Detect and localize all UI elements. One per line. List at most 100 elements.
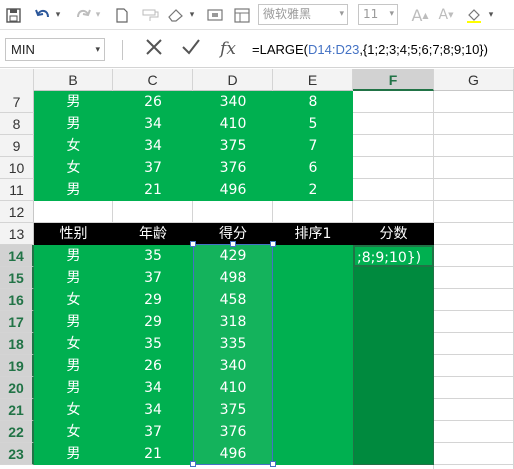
- cell-age[interactable]: 37: [113, 267, 193, 289]
- row-header-14[interactable]: 14: [0, 245, 34, 267]
- cell-gender[interactable]: 男: [34, 311, 113, 333]
- insert-function-icon[interactable]: fx: [214, 38, 242, 61]
- cell-empty[interactable]: [434, 399, 514, 421]
- cell-empty[interactable]: [353, 179, 434, 201]
- cell-empty[interactable]: [113, 201, 193, 223]
- cell-age[interactable]: 37: [113, 421, 193, 443]
- cell-gender[interactable]: 男: [34, 355, 113, 377]
- cell-gender[interactable]: 女: [34, 157, 113, 179]
- cell-empty[interactable]: [353, 91, 434, 113]
- cell-gender[interactable]: 女: [34, 135, 113, 157]
- cell-score[interactable]: 410: [193, 113, 273, 135]
- range-resize-handle[interactable]: [190, 461, 196, 467]
- increase-font-icon[interactable]: A ▲: [410, 5, 430, 25]
- cell-empty[interactable]: [434, 311, 514, 333]
- range-resize-handle[interactable]: [230, 241, 236, 247]
- row-header-16[interactable]: 16: [0, 289, 34, 311]
- cell-rank[interactable]: 5: [273, 113, 353, 135]
- cell-score[interactable]: 496: [193, 179, 273, 201]
- screenshot-icon[interactable]: [232, 5, 252, 25]
- formula-input[interactable]: =LARGE(D14:D23,{1;2;3;4;5;6;7;8;9;10}): [252, 38, 514, 61]
- eraser-dropdown-icon[interactable]: ▾: [187, 5, 197, 25]
- cell-rank[interactable]: [273, 267, 353, 289]
- cancel-icon[interactable]: [141, 38, 167, 61]
- cell-age[interactable]: 34: [113, 113, 193, 135]
- name-box[interactable]: MIN ▾: [5, 38, 105, 61]
- fill-dropdown-icon[interactable]: ▾: [486, 5, 496, 25]
- cell-gender[interactable]: 男: [34, 179, 113, 201]
- range-resize-handle[interactable]: [270, 241, 276, 247]
- cell-empty[interactable]: [273, 201, 353, 223]
- row-header-7[interactable]: 7: [0, 91, 34, 113]
- cell-rank[interactable]: 8: [273, 91, 353, 113]
- cell-rank[interactable]: [273, 355, 353, 377]
- cell-empty[interactable]: [434, 157, 514, 179]
- print-preview-icon[interactable]: [205, 5, 225, 25]
- row-header-8[interactable]: 8: [0, 113, 34, 135]
- row-header-12[interactable]: 12: [0, 201, 34, 223]
- cell-age[interactable]: 34: [113, 377, 193, 399]
- worksheet-grid[interactable]: 7 男 26 340 8 8 男 34 410 5 9 女 34 375 7 10 女 37 376 6 11 男 21 49…: [0, 91, 514, 469]
- cell-rank[interactable]: [273, 333, 353, 355]
- redo-icon[interactable]: [73, 5, 93, 25]
- cell-age[interactable]: 26: [113, 91, 193, 113]
- cell-age[interactable]: 26: [113, 355, 193, 377]
- cell-empty[interactable]: [434, 267, 514, 289]
- fill-color-icon[interactable]: [464, 5, 484, 25]
- cell-empty[interactable]: [353, 157, 434, 179]
- row-header-9[interactable]: 9: [0, 135, 34, 157]
- cell-gender[interactable]: 女: [34, 399, 113, 421]
- cell-age[interactable]: 34: [113, 399, 193, 421]
- undo-icon[interactable]: [33, 5, 53, 25]
- cell-rank[interactable]: [273, 421, 353, 443]
- column-header-e[interactable]: E: [273, 69, 353, 91]
- cell-age[interactable]: 29: [113, 311, 193, 333]
- font-size-select[interactable]: 11 ▾: [358, 4, 398, 25]
- font-name-select[interactable]: 微软雅黑 ▾: [258, 4, 348, 25]
- cell-gender[interactable]: 女: [34, 421, 113, 443]
- cell-empty[interactable]: [434, 355, 514, 377]
- row-header-10[interactable]: 10: [0, 157, 34, 179]
- cell-rank[interactable]: [273, 289, 353, 311]
- cell-age[interactable]: 37: [113, 157, 193, 179]
- cell-rank[interactable]: 2: [273, 179, 353, 201]
- range-resize-handle[interactable]: [190, 241, 196, 247]
- cell-empty[interactable]: [434, 179, 514, 201]
- cell-age[interactable]: 35: [113, 245, 193, 267]
- cell-empty[interactable]: [353, 201, 434, 223]
- cell-rank[interactable]: [273, 377, 353, 399]
- row-header-23[interactable]: 23: [0, 443, 34, 465]
- header-cell-age[interactable]: 年龄: [113, 223, 193, 245]
- cell-rank[interactable]: [273, 399, 353, 421]
- cell-empty[interactable]: [434, 113, 514, 135]
- cell-gender[interactable]: 男: [34, 377, 113, 399]
- cell-rank[interactable]: [273, 443, 353, 465]
- column-header-g[interactable]: G: [434, 69, 514, 91]
- row-header-19[interactable]: 19: [0, 355, 34, 377]
- cell-empty[interactable]: [434, 245, 514, 267]
- row-header-17[interactable]: 17: [0, 311, 34, 333]
- cell-rank[interactable]: 7: [273, 135, 353, 157]
- column-header-d[interactable]: D: [193, 69, 273, 91]
- header-cell-rank[interactable]: 排序1: [273, 223, 353, 245]
- cell-age[interactable]: 35: [113, 333, 193, 355]
- range-resize-handle[interactable]: [270, 461, 276, 467]
- select-all-corner[interactable]: [0, 69, 34, 91]
- cell-empty[interactable]: [34, 201, 113, 223]
- row-header-15[interactable]: 15: [0, 267, 34, 289]
- cell-empty[interactable]: [434, 135, 514, 157]
- header-cell-gender[interactable]: 性别: [34, 223, 113, 245]
- cell-empty[interactable]: [353, 113, 434, 135]
- undo-dropdown-icon[interactable]: ▾: [53, 5, 63, 25]
- cell-age[interactable]: 34: [113, 135, 193, 157]
- new-document-icon[interactable]: [113, 5, 131, 25]
- row-header-18[interactable]: 18: [0, 333, 34, 355]
- cell-gender[interactable]: 女: [34, 333, 113, 355]
- cell-empty[interactable]: [434, 289, 514, 311]
- cell-empty[interactable]: [434, 443, 514, 465]
- cell-empty[interactable]: [434, 377, 514, 399]
- row-header-11[interactable]: 11: [0, 179, 34, 201]
- cell-rank[interactable]: [273, 311, 353, 333]
- cell-gender[interactable]: 男: [34, 245, 113, 267]
- column-header-c[interactable]: C: [113, 69, 193, 91]
